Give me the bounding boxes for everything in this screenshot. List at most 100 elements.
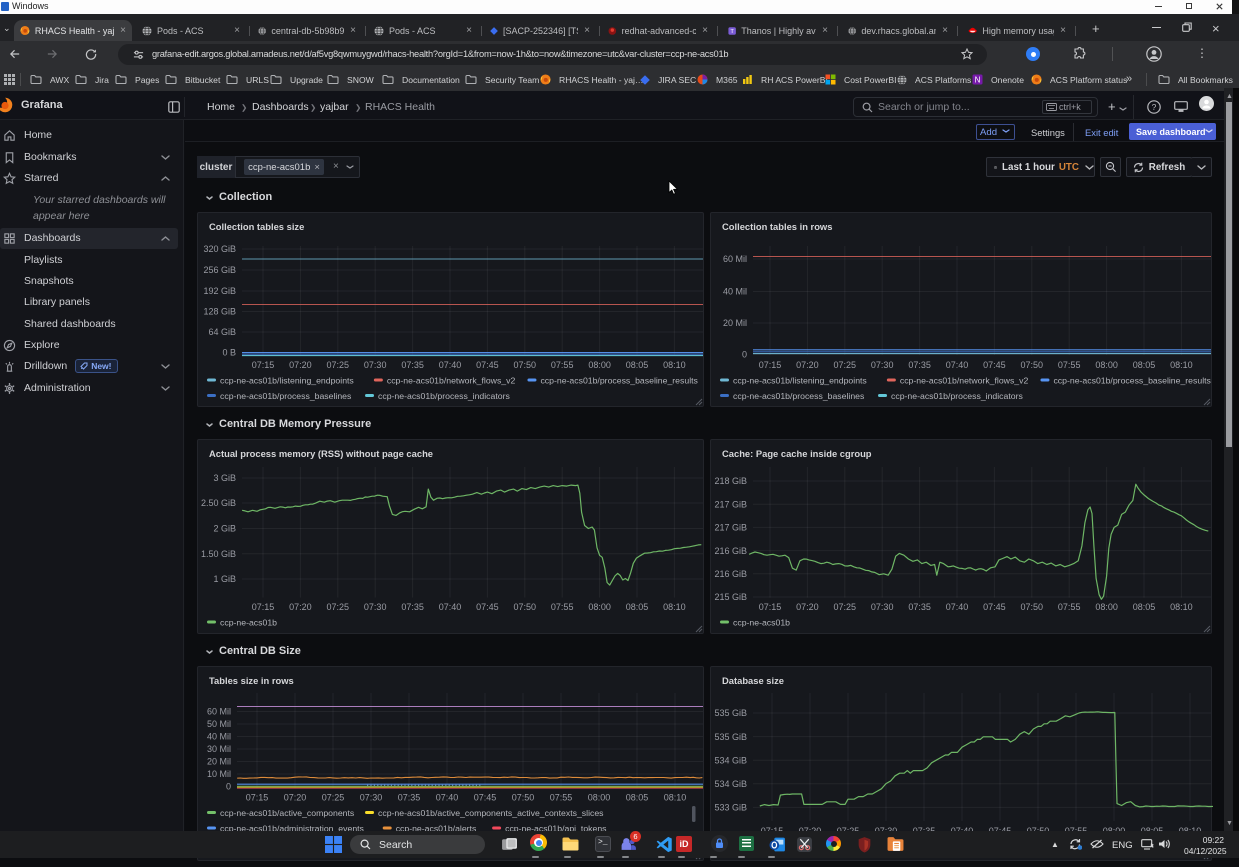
svg-text:ccp-ne-acs01b/process_baseline: ccp-ne-acs01b/process_baseline_results [1053, 375, 1211, 385]
svg-text:30 Mil: 30 Mil [207, 744, 231, 754]
svg-text:07:30: 07:30 [871, 360, 894, 370]
svg-text:1 GiB: 1 GiB [213, 574, 236, 584]
svg-text:ccp-ne-acs01b/listening_endpoi: ccp-ne-acs01b/listening_endpoints [733, 375, 867, 385]
svg-text:?: ? [1152, 102, 1157, 112]
svg-text:07:55: 07:55 [551, 360, 574, 370]
svg-text:ccp-ne-acs01b/process_baseline: ccp-ne-acs01b/process_baselines [733, 391, 865, 401]
svg-text:ccp-ne-acs01b/process_indicato: ccp-ne-acs01b/process_indicators [891, 391, 1023, 401]
svg-text:07:15: 07:15 [759, 602, 782, 612]
svg-text:07:45: 07:45 [474, 793, 497, 803]
svg-text:ccp-ne-acs01b/process_baseline: ccp-ne-acs01b/process_baseline_results [540, 375, 698, 385]
svg-text:07:45: 07:45 [983, 360, 1006, 370]
svg-text:07:25: 07:25 [327, 360, 350, 370]
svg-text:07:20: 07:20 [289, 360, 312, 370]
svg-text:07:45: 07:45 [983, 602, 1006, 612]
svg-text:ccp-ne-acs01b/listening_endpoi: ccp-ne-acs01b/listening_endpoints [220, 375, 354, 385]
svg-text:08:05: 08:05 [626, 602, 649, 612]
svg-text:08:05: 08:05 [1133, 602, 1156, 612]
svg-text:ccp-ne-acs01b/process_baseline: ccp-ne-acs01b/process_baselines [220, 391, 352, 401]
svg-text:Collection tables size: Collection tables size [209, 221, 304, 232]
svg-text:07:25: 07:25 [322, 793, 345, 803]
svg-text:T: T [730, 29, 734, 35]
svg-text:215 GiB: 215 GiB [714, 592, 747, 602]
svg-text:07:20: 07:20 [284, 793, 307, 803]
svg-text:217 GiB: 217 GiB [714, 523, 747, 533]
svg-text:320 GiB: 320 GiB [203, 244, 236, 254]
svg-text:07:50: 07:50 [1021, 360, 1044, 370]
svg-text:N: N [975, 75, 981, 84]
svg-text:07:30: 07:30 [364, 360, 387, 370]
svg-text:60 Mil: 60 Mil [207, 707, 231, 717]
svg-text:20 Mil: 20 Mil [207, 757, 231, 767]
svg-text:3 GiB: 3 GiB [213, 473, 236, 483]
svg-text:07:45: 07:45 [476, 602, 499, 612]
svg-text:Database size: Database size [722, 675, 784, 686]
svg-text:535 GiB: 535 GiB [714, 732, 747, 742]
svg-text:07:25: 07:25 [327, 602, 350, 612]
svg-text:ccp-ne-acs01b/active_component: ccp-ne-acs01b/active_components [220, 808, 355, 818]
svg-text:07:55: 07:55 [1058, 602, 1081, 612]
svg-text:07:55: 07:55 [550, 793, 573, 803]
svg-text:Tables size in rows: Tables size in rows [209, 675, 294, 686]
svg-text:535 GiB: 535 GiB [714, 708, 747, 718]
svg-text:ccp-ne-acs01b/active_component: ccp-ne-acs01b/active_components_active_c… [378, 808, 604, 818]
svg-text:08:10: 08:10 [1170, 602, 1193, 612]
svg-text:07:20: 07:20 [796, 602, 819, 612]
svg-text:07:50: 07:50 [514, 360, 537, 370]
svg-text:216 GiB: 216 GiB [714, 569, 747, 579]
svg-text:07:35: 07:35 [401, 602, 424, 612]
svg-text:20 Mil: 20 Mil [723, 318, 747, 328]
svg-text:07:30: 07:30 [364, 602, 387, 612]
svg-text:128 GiB: 128 GiB [203, 307, 236, 317]
svg-text:40 Mil: 40 Mil [207, 732, 231, 742]
svg-text:0: 0 [742, 350, 747, 360]
svg-text:07:50: 07:50 [1021, 602, 1044, 612]
svg-text:07:40: 07:40 [946, 602, 969, 612]
svg-text:ccp-ne-acs01b/network_flows_v2: ccp-ne-acs01b/network_flows_v2 [387, 375, 516, 385]
svg-text:2.50 GiB: 2.50 GiB [201, 498, 236, 508]
svg-text:2 GiB: 2 GiB [213, 524, 236, 534]
svg-text:64 GiB: 64 GiB [208, 327, 236, 337]
svg-text:08:10: 08:10 [663, 360, 686, 370]
svg-text:217 GiB: 217 GiB [714, 499, 747, 509]
svg-text:07:50: 07:50 [514, 602, 537, 612]
svg-text:0: 0 [226, 782, 231, 792]
svg-text:256 GiB: 256 GiB [203, 265, 236, 275]
svg-text:ccp-ne-acs01b/network_flows_v2: ccp-ne-acs01b/network_flows_v2 [900, 375, 1029, 385]
svg-text:08:00: 08:00 [588, 793, 611, 803]
svg-text:ccp-ne-acs01b: ccp-ne-acs01b [733, 617, 790, 627]
svg-text:07:55: 07:55 [551, 602, 574, 612]
svg-text:07:20: 07:20 [796, 360, 819, 370]
svg-text:07:15: 07:15 [252, 602, 275, 612]
svg-text:07:55: 07:55 [1058, 360, 1081, 370]
svg-text:08:00: 08:00 [1095, 602, 1118, 612]
svg-text:07:35: 07:35 [398, 793, 421, 803]
svg-text:07:15: 07:15 [759, 360, 782, 370]
svg-text:07:30: 07:30 [360, 793, 383, 803]
svg-text:07:35: 07:35 [908, 602, 931, 612]
svg-text:08:10: 08:10 [1170, 360, 1193, 370]
svg-text:08:00: 08:00 [588, 360, 611, 370]
svg-text:08:00: 08:00 [588, 602, 611, 612]
svg-text:534 GiB: 534 GiB [714, 755, 747, 765]
svg-text:216 GiB: 216 GiB [714, 546, 747, 556]
svg-text:Actual process memory (RSS) wi: Actual process memory (RSS) without page… [209, 448, 433, 459]
svg-text:08:00: 08:00 [1095, 360, 1118, 370]
svg-text:07:15: 07:15 [252, 360, 275, 370]
svg-text:218 GiB: 218 GiB [714, 476, 747, 486]
svg-text:1.50 GiB: 1.50 GiB [201, 549, 236, 559]
svg-text:07:35: 07:35 [908, 360, 931, 370]
svg-text:534 GiB: 534 GiB [714, 779, 747, 789]
svg-text:08:10: 08:10 [663, 602, 686, 612]
svg-text:07:30: 07:30 [871, 602, 894, 612]
svg-text:192 GiB: 192 GiB [203, 286, 236, 296]
svg-text:08:05: 08:05 [626, 793, 649, 803]
svg-text:08:05: 08:05 [626, 360, 649, 370]
svg-text:07:40: 07:40 [439, 602, 462, 612]
svg-text:Collection tables in rows: Collection tables in rows [722, 221, 832, 232]
svg-text:07:40: 07:40 [436, 793, 459, 803]
svg-text:07:40: 07:40 [946, 360, 969, 370]
svg-text:07:25: 07:25 [834, 360, 857, 370]
svg-text:08:05: 08:05 [1133, 360, 1156, 370]
svg-text:50 Mil: 50 Mil [207, 719, 231, 729]
